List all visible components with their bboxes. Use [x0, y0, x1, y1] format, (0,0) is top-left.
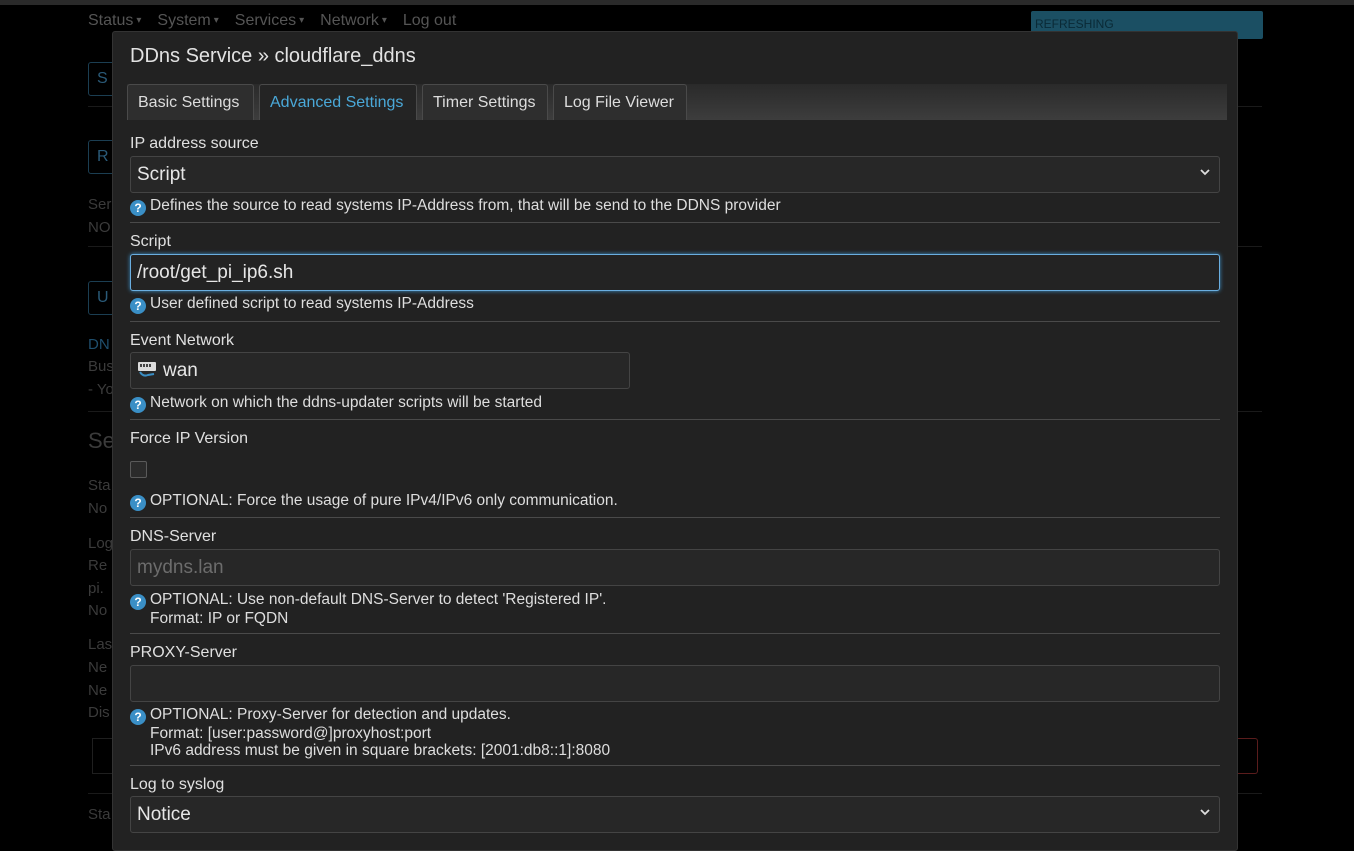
log-syslog-label: Log to syslog: [130, 776, 225, 793]
bg-link: DN: [88, 336, 110, 353]
divider: [130, 419, 1220, 420]
chevron-down-icon: [1199, 805, 1211, 821]
force-ip-label: Force IP Version: [130, 430, 248, 447]
bg-text: Ser: [88, 196, 112, 213]
divider: [130, 321, 1220, 322]
event-network-help: ? Network on which the ddns-updater scrip…: [130, 394, 542, 413]
divider: [130, 222, 1220, 223]
bg-text: Dis: [88, 704, 110, 721]
bg-text: Sta: [88, 477, 111, 494]
tab-bar: Basic Settings Advanced Settings Timer S…: [127, 84, 1227, 120]
ip-source-value: Script: [137, 164, 186, 185]
question-icon: ?: [130, 397, 146, 413]
script-label: Script: [130, 233, 171, 250]
menu-logout[interactable]: Log out: [403, 12, 456, 30]
script-help: ? User defined script to read systems IP-…: [130, 295, 474, 314]
bg-red-button-edge: [1237, 738, 1258, 774]
menu-services[interactable]: Services ▾: [235, 12, 304, 30]
script-value: /root/get_pi_ip6.sh: [137, 262, 294, 283]
menu-status[interactable]: Status ▾: [88, 12, 141, 30]
question-icon: ?: [130, 709, 146, 725]
force-ip-checkbox[interactable]: [130, 461, 147, 478]
proxy-server-help-ipv6: IPv6 address must be given in square bra…: [150, 742, 611, 759]
tab-advanced-settings[interactable]: Advanced Settings: [259, 84, 417, 120]
ddns-service-modal: DDns Service » cloudflare_ddns Basic Set…: [112, 31, 1238, 851]
event-network-value: wan: [163, 360, 198, 381]
top-strip: [0, 0, 1354, 5]
bg-text: Ne: [88, 659, 108, 676]
bg-text: pi.: [88, 580, 104, 597]
bg-text: NO: [88, 219, 111, 236]
divider: [130, 517, 1220, 518]
ip-source-label: IP address source: [130, 135, 259, 152]
question-icon: ?: [130, 495, 146, 511]
question-icon: ?: [130, 298, 146, 314]
bg-heading: Se: [88, 428, 115, 453]
ip-source-help: ? Defines the source to read systems IP-A…: [130, 197, 781, 216]
menu-network[interactable]: Network ▾: [320, 12, 387, 30]
proxy-server-input[interactable]: [130, 665, 1220, 702]
network-interface-icon: [137, 361, 157, 378]
bg-text: No: [88, 602, 108, 619]
proxy-server-help: ? OPTIONAL: Proxy-Server for detection an…: [130, 706, 610, 759]
divider: [130, 765, 1220, 766]
bg-text: Sta: [88, 806, 111, 823]
script-input[interactable]: /root/get_pi_ip6.sh: [130, 254, 1220, 291]
main-menu: Status ▾ System ▾ Services ▾ Network ▾ Log o…: [88, 12, 456, 30]
bg-text: - Yo: [88, 381, 114, 398]
log-syslog-value: Notice: [137, 804, 191, 825]
bg-text: Re: [88, 557, 108, 574]
bg-text: Log: [88, 535, 114, 552]
ip-source-select[interactable]: Script: [130, 156, 1220, 193]
question-icon: ?: [130, 200, 146, 216]
force-ip-help: ? OPTIONAL: Force the usage of pure IPv4/…: [130, 492, 618, 511]
event-network-label: Event Network: [130, 332, 235, 349]
bg-text: No: [88, 500, 108, 517]
event-network-select[interactable]: wan: [130, 352, 630, 389]
modal-title: DDns Service » cloudflare_ddns: [130, 45, 416, 67]
chevron-down-icon: [1199, 165, 1211, 181]
tab-log-file-viewer[interactable]: Log File Viewer: [553, 84, 687, 120]
dns-server-help-format: Format: IP or FQDN: [150, 610, 289, 627]
dns-server-label: DNS-Server: [130, 528, 217, 545]
menu-system[interactable]: System ▾: [157, 12, 218, 30]
log-syslog-select[interactable]: Notice: [130, 796, 1220, 833]
proxy-server-help-format: Format: [user:password@]proxyhost:port: [150, 725, 432, 742]
dns-server-input[interactable]: mydns.lan: [130, 549, 1220, 586]
question-icon: ?: [130, 594, 146, 610]
bg-text: Bus: [88, 358, 114, 375]
divider: [130, 633, 1220, 634]
bg-text: Las: [88, 636, 113, 653]
proxy-server-label: PROXY-Server: [130, 644, 237, 661]
dns-server-help: ? OPTIONAL: Use non-default DNS-Server to…: [130, 591, 606, 627]
tab-basic-settings[interactable]: Basic Settings: [127, 84, 254, 120]
bg-text: Ne: [88, 682, 108, 699]
tab-timer-settings[interactable]: Timer Settings: [422, 84, 548, 120]
dns-server-placeholder: mydns.lan: [137, 557, 224, 578]
